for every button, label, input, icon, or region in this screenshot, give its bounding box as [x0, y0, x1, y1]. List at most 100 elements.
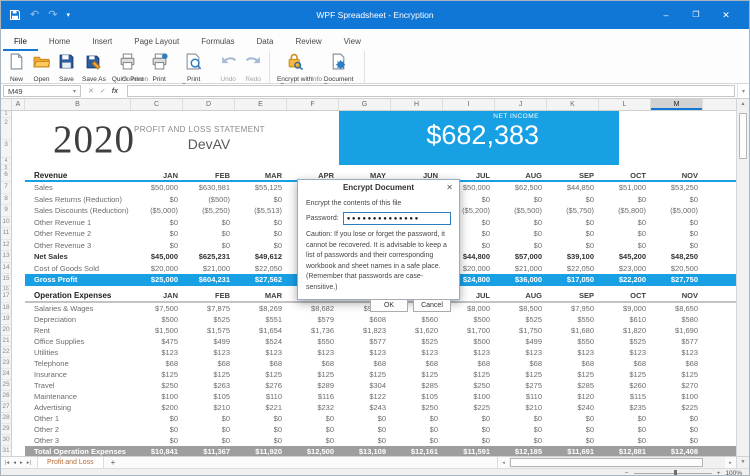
- vertical-scrollbar[interactable]: ▲: [736, 99, 749, 456]
- cell-other-3-may[interactable]: $0: [339, 436, 391, 445]
- cell-total-operation-expenses-feb[interactable]: $11,367: [183, 447, 235, 456]
- cell-maintenance-apr[interactable]: $116: [287, 392, 339, 401]
- cell-advertising-apr[interactable]: $232: [287, 403, 339, 412]
- cell-advertising-nov[interactable]: $225: [651, 403, 703, 412]
- cell-office-supplies-jun[interactable]: $525: [391, 337, 443, 346]
- row-label[interactable]: Rent: [25, 326, 131, 335]
- row-header-25[interactable]: 25: [1, 380, 11, 391]
- select-all-corner[interactable]: [1, 99, 12, 110]
- cell-insurance-jan[interactable]: $125: [131, 370, 183, 379]
- cell-other-revenue-3-feb[interactable]: $0: [183, 241, 235, 250]
- cell-other-revenue-2-aug[interactable]: $0: [495, 229, 547, 238]
- cell-other-3-oct[interactable]: $0: [599, 436, 651, 445]
- month-header-jan[interactable]: JAN: [131, 171, 183, 180]
- cancel-button[interactable]: Cancel: [413, 299, 451, 312]
- cell-travel-jul[interactable]: $250: [443, 381, 495, 390]
- cell-salaries-wages-nov[interactable]: $8,650: [651, 304, 703, 313]
- cell-maintenance-feb[interactable]: $105: [183, 392, 235, 401]
- scroll-right-icon[interactable]: ▸: [725, 460, 736, 466]
- cell-other-revenue-2-jan[interactable]: $0: [131, 229, 183, 238]
- cell-depreciation-aug[interactable]: $525: [495, 315, 547, 324]
- row-header-24[interactable]: 24: [1, 369, 11, 380]
- row-header-12[interactable]: 12: [1, 240, 11, 252]
- tab-insert[interactable]: Insert: [81, 33, 123, 51]
- row-label[interactable]: Other 3: [25, 436, 131, 445]
- cell-depreciation-feb[interactable]: $525: [183, 315, 235, 324]
- cell-net-sales-mar[interactable]: $49,612: [235, 252, 287, 261]
- cell-cost-of-goods-sold-jan[interactable]: $20,000: [131, 264, 183, 273]
- cell-other-revenue-2-mar[interactable]: $0: [235, 229, 287, 238]
- cell-other-3-jan[interactable]: $0: [131, 436, 183, 445]
- cell-utilities-jan[interactable]: $123: [131, 348, 183, 357]
- column-header-g[interactable]: G: [339, 99, 391, 110]
- section-title[interactable]: Operation Expenses: [25, 291, 131, 300]
- cell-travel-mar[interactable]: $276: [235, 381, 287, 390]
- confirm-entry-icon[interactable]: ✓: [100, 87, 106, 95]
- sheet-tab-profit-and-loss[interactable]: Profit and Loss: [37, 457, 104, 468]
- cell-office-supplies-jul[interactable]: $500: [443, 337, 495, 346]
- column-header-d[interactable]: D: [183, 99, 235, 110]
- cell-office-supplies-sep[interactable]: $550: [547, 337, 599, 346]
- row-header-14[interactable]: 14: [1, 263, 11, 275]
- qat-customize-dropdown-icon[interactable]: ▾: [66, 12, 70, 19]
- column-header-i[interactable]: I: [443, 99, 495, 110]
- cell-other-2-jun[interactable]: $0: [391, 425, 443, 434]
- row-header-20[interactable]: 20: [1, 325, 11, 336]
- cell-office-supplies-nov[interactable]: $577: [651, 337, 703, 346]
- row-header-4[interactable]: 4: [1, 158, 11, 165]
- maximize-button[interactable]: ❐: [681, 1, 711, 29]
- cell-telephone-apr[interactable]: $68: [287, 359, 339, 368]
- cell-insurance-nov[interactable]: $125: [651, 370, 703, 379]
- cell-cost-of-goods-sold-feb[interactable]: $21,000: [183, 264, 235, 273]
- undo-icon[interactable]: ↶: [30, 10, 39, 21]
- cell-sales-discounts-reduction-sep[interactable]: ($5,750): [547, 206, 599, 215]
- cell-maintenance-may[interactable]: $122: [339, 392, 391, 401]
- cell-insurance-feb[interactable]: $125: [183, 370, 235, 379]
- cell-advertising-aug[interactable]: $210: [495, 403, 547, 412]
- column-header-b[interactable]: B: [25, 99, 131, 110]
- cell-gross-profit-sep[interactable]: $17,050: [547, 275, 599, 284]
- row-header-13[interactable]: 13: [1, 251, 11, 263]
- cell-sales-discounts-reduction-mar[interactable]: ($5,513): [235, 206, 287, 215]
- cell-rent-mar[interactable]: $1,654: [235, 326, 287, 335]
- cell-maintenance-aug[interactable]: $110: [495, 392, 547, 401]
- cell-salaries-wages-mar[interactable]: $8,269: [235, 304, 287, 313]
- row-label[interactable]: Sales Returns (Reduction): [25, 195, 131, 204]
- cell-sales-nov[interactable]: $53,250: [651, 183, 703, 192]
- cell-sales-aug[interactable]: $62,500: [495, 183, 547, 192]
- row-label[interactable]: Office Supplies: [25, 337, 131, 346]
- cell-other-revenue-2-feb[interactable]: $0: [183, 229, 235, 238]
- cell-total-operation-expenses-sep[interactable]: $11,691: [547, 447, 599, 456]
- month-header-mar[interactable]: MAR: [235, 291, 287, 300]
- cell-sales-discounts-reduction-feb[interactable]: ($5,250): [183, 206, 235, 215]
- month-header-oct[interactable]: OCT: [599, 171, 651, 180]
- scroll-up-icon[interactable]: ▲: [737, 99, 749, 110]
- section-title[interactable]: Revenue: [25, 171, 131, 180]
- row-label[interactable]: Other Revenue 2: [25, 229, 131, 238]
- cell-depreciation-oct[interactable]: $610: [599, 315, 651, 324]
- cell-insurance-oct[interactable]: $125: [599, 370, 651, 379]
- cell-other-3-feb[interactable]: $0: [183, 436, 235, 445]
- month-header-feb[interactable]: FEB: [183, 291, 235, 300]
- row-header-1[interactable]: 1: [1, 111, 11, 118]
- cell-travel-aug[interactable]: $275: [495, 381, 547, 390]
- cell-telephone-jul[interactable]: $68: [443, 359, 495, 368]
- month-header-mar[interactable]: MAR: [235, 171, 287, 180]
- tab-home[interactable]: Home: [38, 33, 81, 51]
- cell-gross-profit-nov[interactable]: $27,750: [651, 275, 703, 284]
- cell-utilities-aug[interactable]: $123: [495, 348, 547, 357]
- cell-utilities-sep[interactable]: $123: [547, 348, 599, 357]
- cell-other-revenue-2-oct[interactable]: $0: [599, 229, 651, 238]
- cell-travel-may[interactable]: $304: [339, 381, 391, 390]
- cell-other-revenue-2-nov[interactable]: $0: [651, 229, 703, 238]
- tab-review[interactable]: Review: [284, 33, 332, 51]
- cell-other-revenue-1-nov[interactable]: $0: [651, 218, 703, 227]
- cell-depreciation-mar[interactable]: $551: [235, 315, 287, 324]
- row-header-26[interactable]: 26: [1, 391, 11, 402]
- cell-travel-apr[interactable]: $289: [287, 381, 339, 390]
- month-header-feb[interactable]: FEB: [183, 171, 235, 180]
- row-header-11[interactable]: 11: [1, 228, 11, 240]
- cell-cost-of-goods-sold-nov[interactable]: $20,500: [651, 264, 703, 273]
- row-label[interactable]: Net Sales: [25, 252, 131, 261]
- cell-telephone-nov[interactable]: $68: [651, 359, 703, 368]
